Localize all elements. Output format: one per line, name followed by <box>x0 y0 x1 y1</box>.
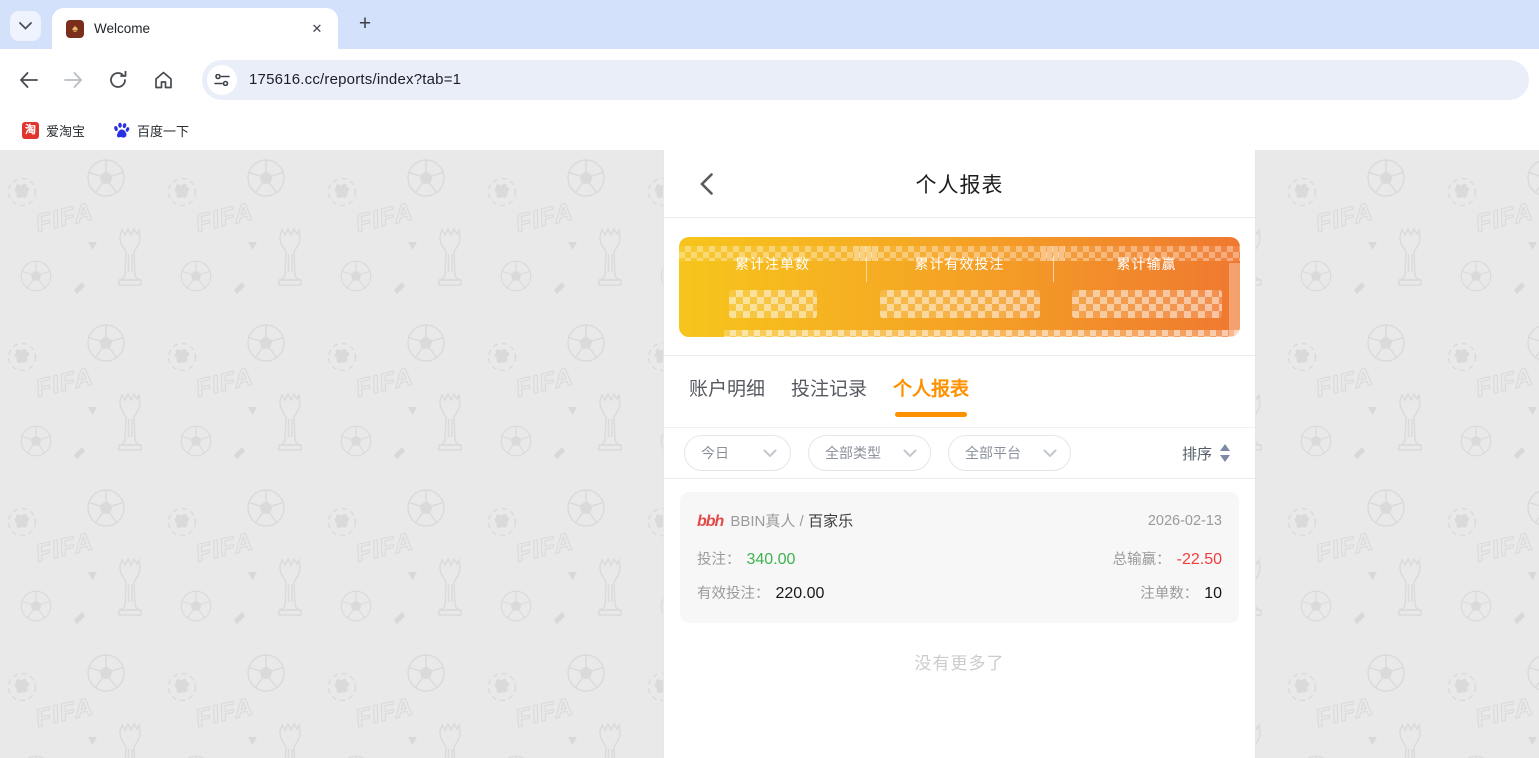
chevron-down-icon <box>763 449 777 458</box>
forward-arrow-icon <box>64 72 83 88</box>
tab-title: Welcome <box>94 21 308 36</box>
stats-section: 累计注单数 累计有效投注 累计输赢 <box>664 218 1255 356</box>
reload-icon <box>109 71 127 89</box>
bookmark-taobao[interactable]: 淘 爱淘宝 <box>16 116 91 144</box>
divider <box>866 256 867 282</box>
winloss-label: 总输赢： <box>1113 548 1171 569</box>
provider-name: BBIN真人 / <box>730 510 803 531</box>
bet-value: 340.00 <box>747 551 796 569</box>
stat-total-winloss: 累计输赢 <box>1053 237 1240 337</box>
tab-bet-records[interactable]: 投注记录 <box>791 364 867 419</box>
order-count-label: 注单数： <box>1140 582 1198 603</box>
forward-button[interactable] <box>56 63 90 97</box>
censored-value <box>729 290 817 318</box>
site-favicon-icon: ♠ <box>66 20 84 38</box>
bookmark-label: 百度一下 <box>137 121 189 140</box>
tab-account-details[interactable]: 账户明细 <box>689 364 765 419</box>
censored-value <box>880 290 1040 318</box>
bbin-logo-icon: bbh <box>697 513 723 531</box>
type-filter-dropdown[interactable]: 全部类型 <box>808 435 931 471</box>
bet-label: 投注： <box>697 548 741 569</box>
url-bar[interactable]: 175616.cc/reports/index?tab=1 <box>202 60 1529 100</box>
report-tabs: 账户明细 投注记录 个人报表 <box>664 356 1255 428</box>
report-date: 2026-02-13 <box>1148 513 1222 529</box>
bookmarks-bar: 淘 爱淘宝 百度一下 <box>0 110 1539 150</box>
back-button[interactable] <box>11 63 45 97</box>
censor-blur <box>1229 263 1241 344</box>
stat-total-orders: 累计注单数 <box>679 237 866 337</box>
no-more-text: 没有更多了 <box>664 649 1255 674</box>
dropdown-value: 全部平台 <box>965 443 1021 463</box>
page-title: 个人报表 <box>916 169 1004 199</box>
censored-value <box>1072 290 1222 318</box>
back-chevron-button[interactable] <box>692 170 720 198</box>
chevron-left-icon <box>700 173 713 195</box>
chevron-down-icon <box>19 22 32 30</box>
home-icon <box>154 71 173 89</box>
tab-close-icon[interactable]: ✕ <box>308 20 326 38</box>
taobao-icon: 淘 <box>22 122 39 139</box>
reload-button[interactable] <box>101 63 135 97</box>
valid-bet-label: 有效投注： <box>697 582 770 603</box>
site-settings-tune-icon <box>214 74 230 86</box>
platform-filter-dropdown[interactable]: 全部平台 <box>948 435 1071 471</box>
order-count-value: 10 <box>1204 585 1222 603</box>
stat-total-valid-bets: 累计有效投注 <box>866 237 1053 337</box>
game-name: 百家乐 <box>808 510 853 531</box>
report-list-item[interactable]: bbh BBIN真人 / 百家乐 2026-02-13 投注： 340.00 总… <box>680 492 1239 623</box>
stats-summary-card: 累计注单数 累计有效投注 累计输赢 <box>679 237 1240 337</box>
censor-blur <box>667 246 878 261</box>
back-arrow-icon <box>19 72 38 88</box>
bookmark-label: 爱淘宝 <box>46 121 85 140</box>
browser-toolbar: 175616.cc/reports/index?tab=1 <box>0 49 1539 110</box>
divider <box>1053 256 1054 282</box>
censor-blur <box>1041 246 1252 261</box>
bookmark-baidu[interactable]: 百度一下 <box>107 116 195 144</box>
browser-tab[interactable]: ♠ Welcome ✕ <box>52 8 338 49</box>
panel-header: 个人报表 <box>664 150 1255 218</box>
tab-search-button[interactable] <box>10 11 41 41</box>
chevron-down-icon <box>1043 449 1057 458</box>
dropdown-value: 今日 <box>701 443 729 463</box>
filter-bar: 今日 全部类型 全部平台 排序 <box>664 428 1255 479</box>
sort-arrows-icon <box>1219 444 1231 462</box>
dropdown-value: 全部类型 <box>825 443 881 463</box>
winloss-value: -22.50 <box>1177 551 1222 569</box>
censor-blur <box>854 246 1065 261</box>
new-tab-button[interactable]: + <box>352 12 378 38</box>
report-panel: 个人报表 累计注单数 累计有效投注 累计输赢 <box>663 150 1256 758</box>
baidu-paw-icon <box>113 122 130 139</box>
url-text[interactable]: 175616.cc/reports/index?tab=1 <box>249 71 461 88</box>
browser-tab-strip: ♠ Welcome ✕ + <box>0 0 1539 49</box>
sort-control[interactable]: 排序 <box>1182 443 1231 464</box>
date-filter-dropdown[interactable]: 今日 <box>684 435 791 471</box>
sort-label: 排序 <box>1182 443 1212 464</box>
chevron-down-icon <box>903 449 917 458</box>
censor-blur <box>724 330 1243 344</box>
tab-personal-report[interactable]: 个人报表 <box>893 364 969 419</box>
home-button[interactable] <box>146 63 180 97</box>
site-settings-chip[interactable] <box>207 65 237 95</box>
page-background: FIFA 个人报表 累计注单数 <box>0 150 1539 758</box>
valid-bet-value: 220.00 <box>776 585 825 603</box>
